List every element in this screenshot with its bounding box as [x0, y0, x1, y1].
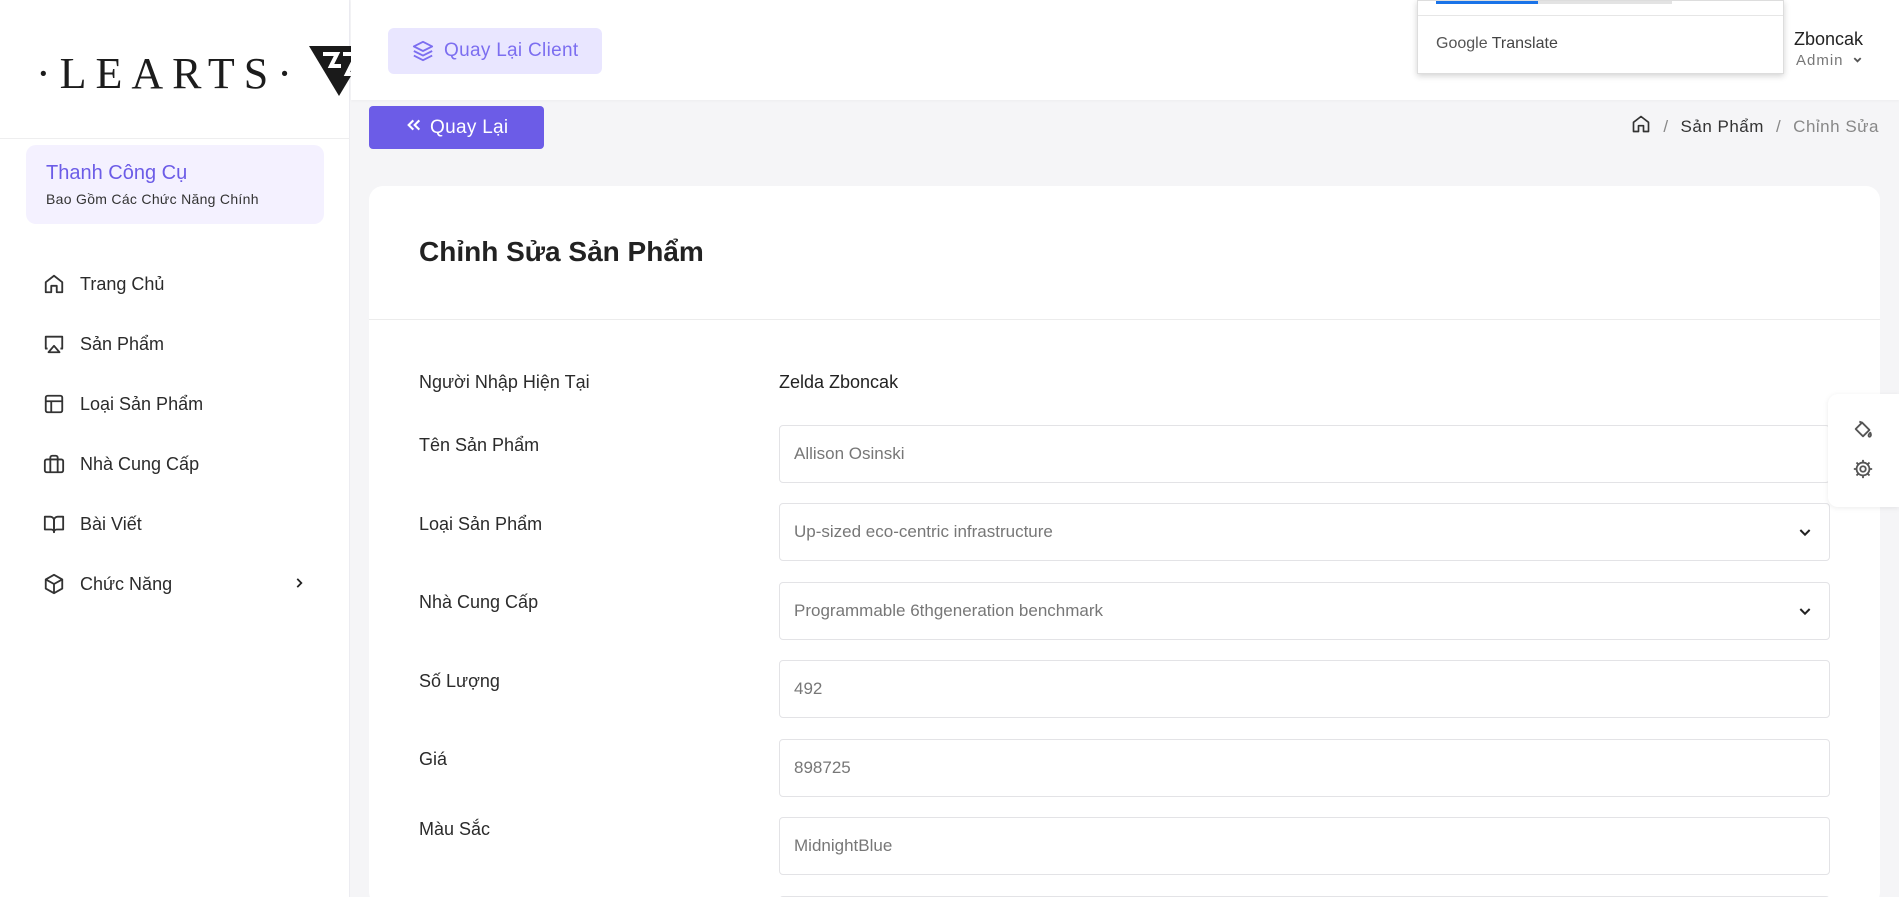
sidebar-item-label: Bài Viết [80, 513, 142, 534]
quantity-input[interactable]: 492 [779, 660, 1830, 718]
layers-icon [412, 40, 434, 62]
user-role-dropdown[interactable]: Admin [1796, 52, 1863, 69]
layout-icon [42, 392, 66, 416]
google-brand: Google [1436, 35, 1488, 52]
paint-bucket-icon[interactable] [1850, 416, 1876, 442]
product-name-value: Allison Osinski [794, 444, 905, 463]
category-select[interactable]: Up-sized eco-centric infrastructure [779, 503, 1830, 561]
sidebar-item-products[interactable]: Sản Phẩm [42, 314, 312, 374]
sidebar-item-label: Chức Năng [80, 573, 173, 594]
back-to-client-label: Quay Lại Client [444, 40, 579, 61]
importer-value: Zelda Zboncak [779, 372, 899, 392]
logo-text: ·LEARTS· [36, 49, 301, 98]
sidebar-item-suppliers[interactable]: Nhà Cung Cấp [42, 434, 312, 494]
supplier-label: Nhà Cung Cấp [419, 592, 539, 612]
price-input[interactable]: 898725 [779, 739, 1830, 797]
sidebar-item-label: Nhà Cung Cấp [80, 453, 200, 474]
quantity-label: Số Lượng [419, 671, 500, 691]
sidebar-item-label: Loại Sản Phẩm [80, 393, 204, 414]
breadcrumb-separator: / [1775, 116, 1782, 136]
color-label: Màu Sắc [419, 819, 491, 839]
google-translate-popup[interactable]: Google Translate [1417, 0, 1784, 74]
breadcrumb-separator: / [1663, 116, 1669, 136]
breadcrumb-current: Chỉnh Sửa [1793, 116, 1879, 136]
sidebar-item-functions[interactable]: Chức Năng [42, 554, 312, 614]
toolbox-card: Thanh Công Cụ Bao Gồm Các Chức Năng Chín… [26, 145, 324, 224]
home-icon [42, 272, 66, 296]
edit-product-card: Chỉnh Sửa Sản Phẩm Người Nhập Hiện Tại Z… [369, 186, 1880, 897]
airplay-icon [42, 332, 66, 356]
supplier-value: Programmable 6thgeneration benchmark [794, 601, 1104, 620]
logo[interactable]: ·LEARTS· [36, 44, 371, 103]
chevron-right-icon [292, 574, 306, 595]
box-icon [42, 572, 66, 596]
translate-word: Translate [1491, 35, 1558, 52]
color-value: MidnightBlue [794, 836, 893, 855]
chevron-down-icon [1852, 52, 1863, 69]
user-name[interactable]: Zboncak [1794, 29, 1863, 50]
sidebar-divider [0, 138, 350, 139]
back-button-label: Quay Lại [430, 116, 509, 138]
book-open-icon [42, 512, 66, 536]
sidebar-item-label: Trang Chủ [80, 273, 165, 294]
chevrons-left-icon [406, 117, 422, 138]
card-divider [369, 319, 1880, 320]
breadcrumb: / Sản Phẩm / Chỉnh Sửa [1631, 114, 1879, 139]
home-icon[interactable] [1631, 114, 1651, 139]
sidebar-item-label: Sản Phẩm [80, 333, 165, 354]
chevron-down-icon [1797, 524, 1813, 545]
chevron-down-icon [1797, 603, 1813, 624]
color-input[interactable]: MidnightBlue [779, 817, 1830, 875]
quantity-value: 492 [794, 679, 823, 698]
price-label: Giá [419, 749, 448, 769]
importer-label: Người Nhập Hiện Tại [419, 372, 590, 392]
back-to-client-button[interactable]: Quay Lại Client [388, 28, 602, 74]
sidebar-nav: Trang Chủ Sản Phẩm Loại Sản Phẩm Nhà Cun… [42, 254, 312, 614]
back-button[interactable]: Quay Lại [369, 106, 544, 149]
page-title: Chỉnh Sửa Sản Phẩm [419, 236, 704, 267]
translate-divider [1418, 15, 1783, 16]
category-value: Up-sized eco-centric infrastructure [794, 522, 1053, 541]
category-label: Loại Sản Phẩm [419, 514, 543, 534]
floating-tools [1828, 394, 1899, 507]
sidebar-item-home[interactable]: Trang Chủ [42, 254, 312, 314]
briefcase-icon [42, 452, 66, 476]
sidebar-item-categories[interactable]: Loại Sản Phẩm [42, 374, 312, 434]
sidebar: ·LEARTS· Thanh Công Cụ Bao Gồm Các Chức … [0, 0, 369, 897]
supplier-select[interactable]: Programmable 6thgeneration benchmark [779, 582, 1830, 640]
sidebar-item-posts[interactable]: Bài Viết [42, 494, 312, 554]
price-value: 898725 [794, 758, 851, 777]
toolbox-subtitle: Bao Gồm Các Chức Năng Chính [46, 191, 259, 207]
google-translate-label[interactable]: Google Translate [1436, 35, 1558, 53]
toolbox-title: Thanh Công Cụ [46, 162, 188, 184]
product-name-label: Tên Sản Phẩm [419, 435, 540, 455]
product-name-input[interactable]: Allison Osinski [779, 425, 1830, 483]
translate-tab-active [1436, 1, 1538, 4]
breadcrumb-section[interactable]: Sản Phẩm [1681, 117, 1764, 137]
user-role-label: Admin [1796, 52, 1844, 69]
gear-icon[interactable] [1850, 456, 1876, 482]
